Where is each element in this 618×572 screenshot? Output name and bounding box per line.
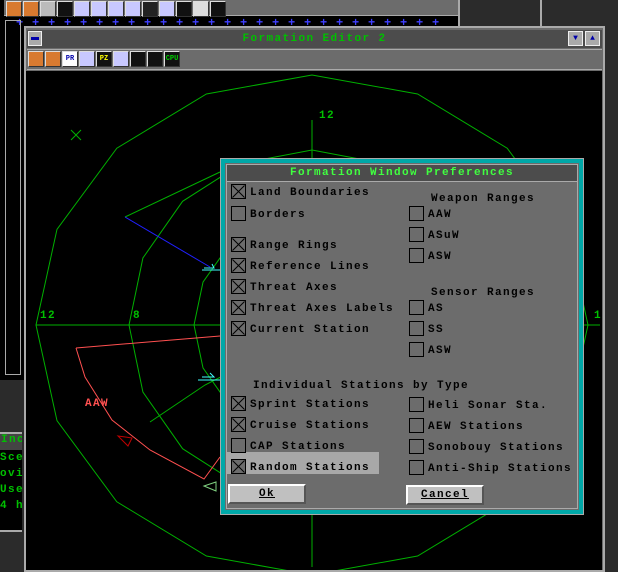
checkbox-label[interactable]: Reference Lines (250, 261, 370, 273)
checkbox-label[interactable]: Cruise Stations (250, 420, 370, 432)
checkbox-label[interactable]: ASuW (428, 230, 460, 242)
tool-icon-label: PZ (99, 55, 109, 63)
back-toolbar (4, 0, 458, 17)
checkbox-label[interactable]: Sprint Stations (250, 399, 370, 411)
radar-tool-icon[interactable] (108, 1, 124, 17)
checkbox[interactable] (409, 460, 424, 475)
checkbox[interactable] (409, 206, 424, 221)
checkbox[interactable] (231, 300, 246, 315)
preferences-dialog: Formation Window Preferences Land Bounda… (220, 158, 584, 515)
weapon-ranges-header: Weapon Ranges (431, 193, 536, 205)
checkbox[interactable] (409, 397, 424, 412)
checkbox-label[interactable]: ASW (428, 345, 452, 357)
left-info-panel: Inc Sce ovi Use 4 ha (0, 432, 22, 532)
ring-label: 8 (133, 310, 141, 322)
checkbox[interactable] (231, 184, 246, 199)
checkbox-label[interactable]: AEW Stations (428, 421, 524, 433)
checkbox[interactable] (231, 237, 246, 252)
panel-line: Inc (0, 434, 22, 450)
zoom-in-tool-icon[interactable] (6, 1, 22, 17)
navigate-tool-icon[interactable] (210, 1, 226, 17)
checkbox[interactable] (231, 417, 246, 432)
zoom-out-tool-icon[interactable] (23, 1, 39, 17)
threat-axis-label: 12 (319, 110, 335, 122)
tool-icon-label: PR (65, 55, 75, 63)
stations-header: Individual Stations by Type (253, 380, 470, 392)
checkbox[interactable] (409, 248, 424, 263)
zoom-out-tool-icon[interactable] (45, 51, 61, 67)
target-tool-icon[interactable] (176, 1, 192, 17)
panel-line: Use (0, 484, 22, 496)
checkbox-label[interactable]: Threat Axes Labels (250, 303, 394, 315)
checkbox[interactable] (409, 227, 424, 242)
cpu-tool-icon[interactable]: CPU (164, 51, 180, 67)
preferences-tool-icon[interactable]: PR (62, 51, 78, 67)
checkbox-label[interactable]: ASW (428, 251, 452, 263)
checkbox-label[interactable]: Borders (250, 209, 306, 221)
checkbox[interactable] (231, 321, 246, 336)
checkbox-label[interactable]: AAW (428, 209, 452, 221)
minimize-button[interactable]: ▼ (568, 31, 583, 46)
checkbox-label[interactable]: AS (428, 303, 444, 315)
checkbox-label[interactable]: Range Rings (250, 240, 338, 252)
panel-line: ovi (0, 468, 22, 480)
tower-tool-icon[interactable] (125, 1, 141, 17)
pz-tool-icon[interactable]: PZ (96, 51, 112, 67)
ring-label: 1 (594, 310, 602, 322)
tool-icon-label: CPU (165, 55, 179, 63)
checkbox-label[interactable]: SS (428, 324, 444, 336)
checkbox[interactable] (409, 439, 424, 454)
tactical-tool-icon[interactable] (57, 1, 73, 17)
sensor-ranges-header: Sensor Ranges (431, 287, 536, 299)
checkbox[interactable] (409, 418, 424, 433)
radar-tool-icon[interactable] (79, 51, 95, 67)
checkbox-label[interactable]: Anti-Ship Stations (428, 463, 572, 475)
checkbox[interactable] (409, 300, 424, 315)
checkbox-label[interactable]: Current Station (250, 324, 370, 336)
checkbox[interactable] (231, 258, 246, 273)
editor-toolbar: PR PZ CPU (27, 49, 602, 70)
person-tool-icon[interactable] (142, 1, 158, 17)
checkbox[interactable] (231, 279, 246, 294)
sweep-tool-icon[interactable] (130, 51, 146, 67)
missile-tool-icon[interactable] (91, 1, 107, 17)
checkbox-label[interactable]: Heli Sonar Sta. (428, 400, 548, 412)
checkbox[interactable] (231, 396, 246, 411)
checkbox-label[interactable]: Sonobouy Stations (428, 442, 564, 454)
panel-line: 4 ha (0, 500, 22, 512)
maximize-button[interactable]: ▲ (585, 31, 600, 46)
preferences-tool-icon[interactable] (74, 1, 90, 17)
checkbox[interactable] (409, 321, 424, 336)
zoom-in-tool-icon[interactable] (28, 51, 44, 67)
search-tool-icon[interactable] (40, 1, 56, 17)
aircraft-tool-icon[interactable] (113, 51, 129, 67)
cancel-button[interactable]: Cancel (406, 485, 484, 505)
checkbox[interactable] (409, 342, 424, 357)
window-title: Formation Editor 2 (242, 33, 387, 45)
checkbox[interactable] (231, 438, 246, 453)
checkbox[interactable] (231, 206, 246, 221)
ring-label: 12 (40, 310, 56, 322)
back-left-strip (5, 20, 21, 375)
sonar-tool-icon[interactable] (147, 51, 163, 67)
title-bar[interactable]: Formation Editor 2 ▼ ▲ (27, 30, 602, 48)
aaw-label: AAW (85, 398, 109, 410)
checkbox-label[interactable]: Threat Axes (250, 282, 338, 294)
panel-line: Sce (0, 452, 22, 464)
ok-button[interactable]: Ok (228, 484, 306, 504)
dialog-title: Formation Window Preferences (227, 165, 577, 182)
aircraft-tool-icon[interactable] (159, 1, 175, 17)
checkbox-label[interactable]: Random Stations (250, 462, 370, 474)
fence-tool-icon[interactable] (193, 1, 209, 17)
checkbox[interactable] (231, 459, 246, 474)
checkbox-label[interactable]: CAP Stations (250, 441, 346, 453)
checkbox-label[interactable]: Land Boundaries (250, 187, 370, 199)
